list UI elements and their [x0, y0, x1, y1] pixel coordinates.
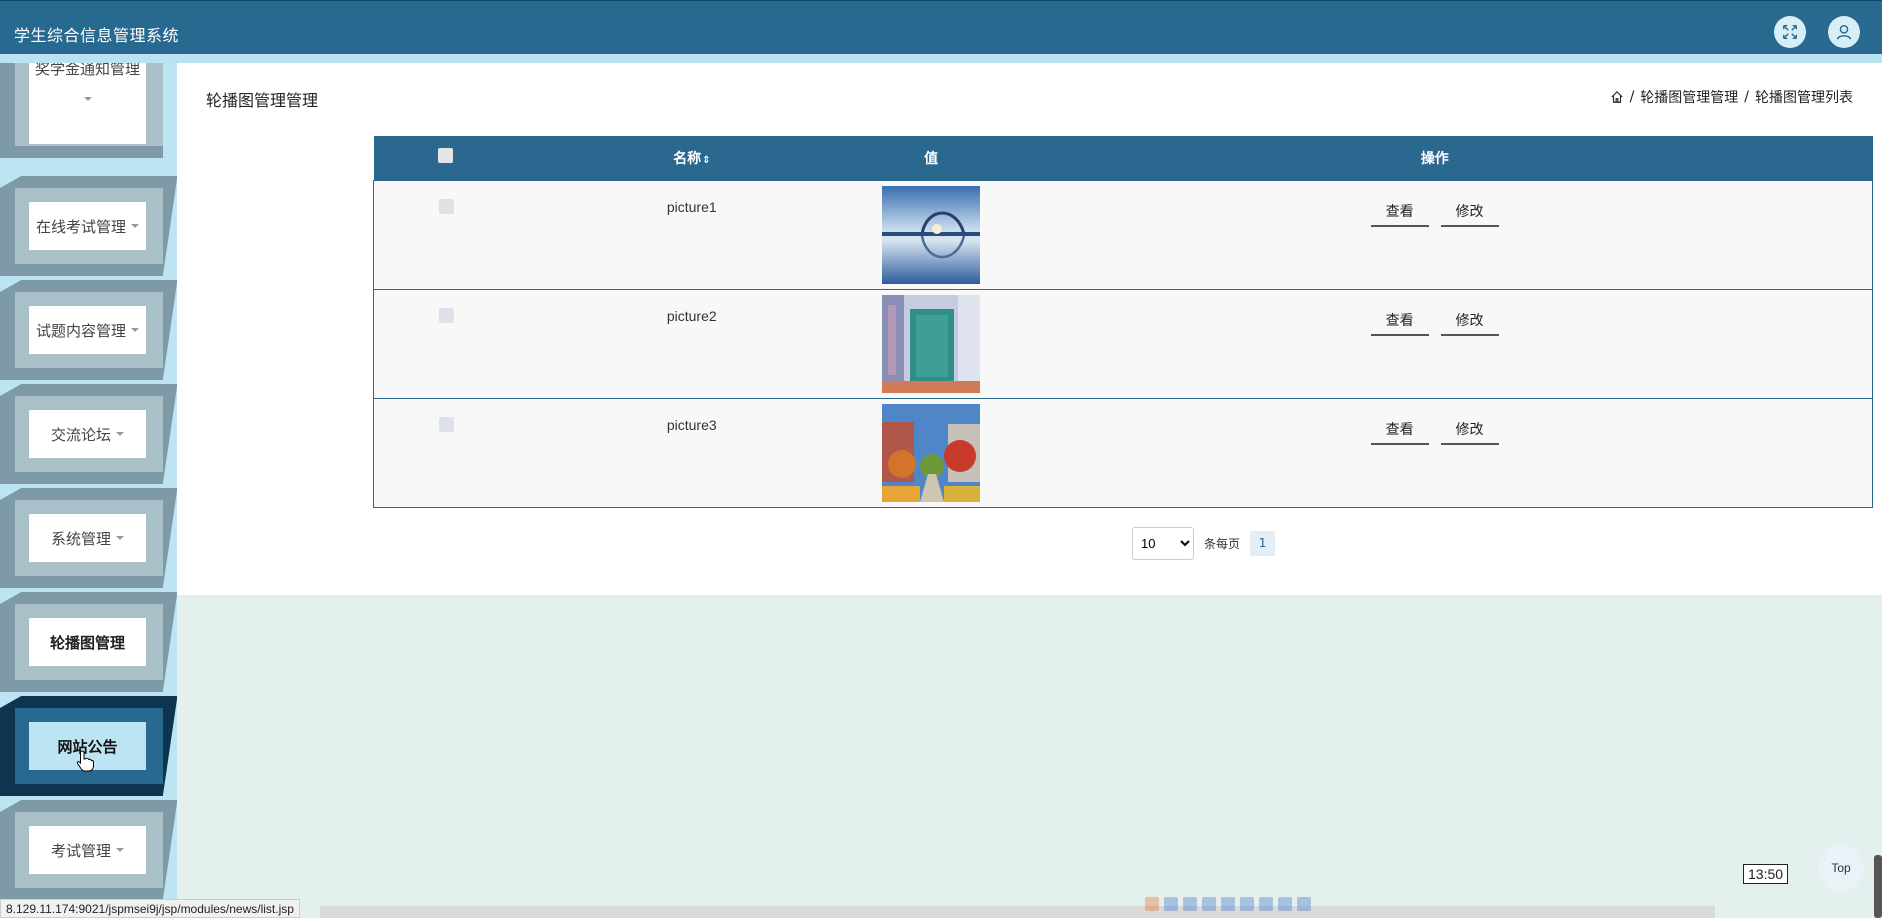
sidebar-item-label: 系统管理	[50, 529, 111, 548]
row-checkbox[interactable]	[438, 307, 454, 323]
horizontal-scrollbar[interactable]	[320, 906, 1715, 918]
chevron-down-icon	[131, 224, 139, 228]
edit-button[interactable]: 修改	[1440, 308, 1499, 336]
breadcrumb-separator: /	[1629, 89, 1635, 105]
view-button[interactable]: 查看	[1370, 417, 1429, 445]
user-icon	[1836, 24, 1852, 40]
table-row: picture3 查看 修改	[373, 398, 1873, 507]
header-actions-cell: 操作	[997, 136, 1872, 180]
sidebar-item-forum[interactable]: 交流论坛	[0, 384, 177, 484]
campus-autumn-image[interactable]	[882, 403, 981, 502]
clock: 13:50	[1743, 864, 1789, 884]
status-url: 8.129.11.174:9021/jspmsei9j/jsp/modules/…	[0, 899, 300, 918]
header-name-cell[interactable]: 名称⇕	[518, 136, 865, 180]
bridge-lake-image[interactable]	[882, 185, 981, 284]
breadcrumb-item: 轮播图管理列表	[1755, 90, 1853, 106]
table-row: picture2 查看 修改	[373, 289, 1873, 398]
chevron-down-icon	[131, 328, 139, 332]
row-name: picture1	[666, 198, 717, 215]
header-value-cell: 值	[865, 136, 997, 180]
table-header-row: 名称⇕ 值 操作	[373, 136, 1873, 180]
breadcrumb-separator: /	[1744, 89, 1749, 105]
sidebar-item-carousel[interactable]: 轮播图管理	[0, 592, 177, 692]
header-name-label: 名称	[673, 150, 702, 167]
header-strip	[0, 54, 1882, 63]
chevron-down-icon	[116, 432, 124, 436]
row-name: picture2	[666, 307, 717, 324]
user-button[interactable]	[1828, 16, 1860, 48]
pagination: 10 条每页 1	[1132, 527, 1276, 560]
breadcrumb-item[interactable]: 轮播图管理管理	[1640, 87, 1738, 107]
sidebar: 奖学金通知管理 在线考试管理 试题内容管理 交流论坛 系统管理 轮播图管理 网站…	[0, 63, 177, 905]
sidebar-item-announcement[interactable]: 网站公告	[0, 696, 177, 796]
header-actions-label: 操作	[1420, 150, 1449, 167]
row-checkbox[interactable]	[438, 198, 454, 214]
hand-cursor-icon	[76, 750, 94, 772]
sidebar-item-label: 考试管理	[50, 841, 111, 860]
sidebar-item-label: 轮播图管理	[49, 633, 125, 652]
per-page-label: 条每页	[1204, 537, 1241, 551]
header-value-label: 值	[924, 150, 939, 167]
chevron-down-icon	[116, 536, 124, 540]
home-icon[interactable]	[1610, 90, 1624, 104]
chevron-down-icon	[83, 97, 92, 101]
sidebar-item-label: 奖学金通知管理	[34, 63, 140, 78]
building-hall-image[interactable]	[882, 294, 981, 393]
select-all-checkbox[interactable]	[438, 148, 454, 164]
carousel-table: 名称⇕ 值 操作 picture1 查看 修改 picture2 查看 修改 p…	[373, 136, 1873, 508]
page-title: 轮播图管理管理	[206, 91, 319, 110]
sidebar-item-exam[interactable]: 考试管理	[0, 800, 177, 900]
sidebar-item-scholarship[interactable]: 奖学金通知管理	[0, 63, 177, 158]
sidebar-item-label: 交流论坛	[50, 425, 111, 444]
app-title: 学生综合信息管理系统	[14, 26, 180, 45]
sidebar-item-online-exam[interactable]: 在线考试管理	[0, 176, 177, 276]
row-name: picture3	[666, 416, 717, 433]
vertical-scrollbar[interactable]	[1874, 855, 1882, 918]
edit-button[interactable]: 修改	[1440, 417, 1499, 445]
edit-button[interactable]: 修改	[1440, 199, 1499, 227]
view-button[interactable]: 查看	[1370, 308, 1429, 336]
sidebar-item-label: 试题内容管理	[35, 321, 126, 340]
sidebar-item-questions[interactable]: 试题内容管理	[0, 280, 177, 380]
back-to-top-button[interactable]: Top	[1818, 845, 1864, 891]
main-content: 轮播图管理管理 / 轮播图管理管理 / 轮播图管理列表 名称⇕ 值 操作 pic…	[177, 63, 1882, 595]
view-button[interactable]: 查看	[1370, 199, 1429, 227]
sidebar-item-label: 在线考试管理	[35, 217, 126, 236]
page-size-select[interactable]: 10	[1132, 527, 1194, 560]
chevron-down-icon	[116, 848, 124, 852]
table-row: picture1 查看 修改	[373, 180, 1873, 289]
sort-icon[interactable]: ⇕	[702, 155, 710, 166]
expand-icon	[1782, 24, 1798, 40]
ime-toolbar	[1145, 897, 1311, 911]
row-checkbox[interactable]	[438, 416, 454, 432]
page-number-button[interactable]: 1	[1250, 531, 1276, 556]
top-navbar: 学生综合信息管理系统	[0, 0, 1882, 54]
fullscreen-button[interactable]	[1774, 16, 1806, 48]
sidebar-item-system[interactable]: 系统管理	[0, 488, 177, 588]
header-select-cell	[374, 136, 519, 180]
breadcrumb: / 轮播图管理管理 / 轮播图管理列表	[1610, 87, 1853, 107]
